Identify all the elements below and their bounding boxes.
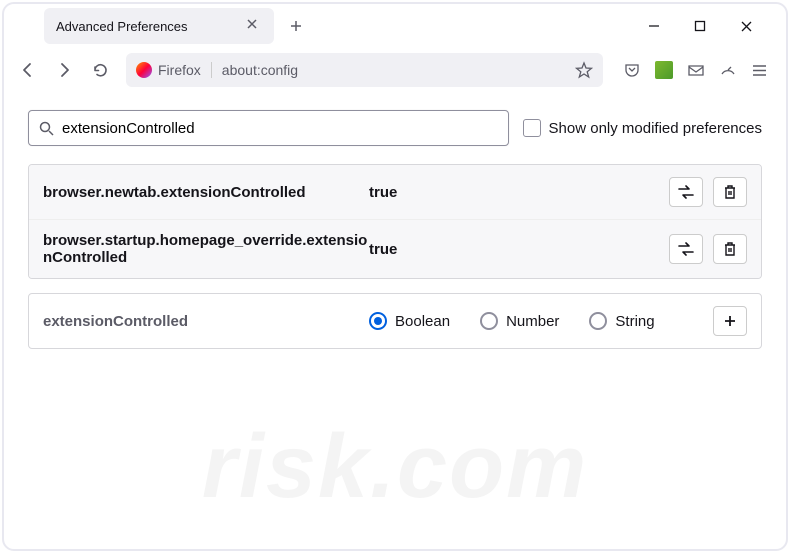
radio-boolean[interactable]: Boolean bbox=[369, 312, 450, 330]
browser-tab[interactable]: Advanced Preferences bbox=[44, 8, 274, 44]
preference-actions bbox=[669, 177, 747, 207]
back-button[interactable] bbox=[12, 54, 44, 86]
search-row: Show only modified preferences bbox=[28, 110, 762, 146]
content-area: Show only modified preferences browser.n… bbox=[4, 92, 786, 367]
url-bar[interactable]: Firefox about:config bbox=[126, 53, 603, 87]
mail-icon[interactable] bbox=[687, 61, 705, 79]
watermark: risk.com bbox=[202, 416, 588, 519]
identity-box[interactable]: Firefox bbox=[136, 62, 212, 78]
radio-label: Number bbox=[506, 313, 559, 330]
radio-label: Boolean bbox=[395, 313, 450, 330]
pocket-icon[interactable] bbox=[623, 61, 641, 79]
preference-actions bbox=[669, 234, 747, 264]
preferences-table: browser.newtab.extensionControlled true … bbox=[28, 164, 762, 279]
radio-icon bbox=[589, 312, 607, 330]
browser-window: Advanced Preferences bbox=[2, 2, 788, 551]
preference-name: browser.startup.homepage_override.extens… bbox=[43, 232, 369, 266]
radio-string[interactable]: String bbox=[589, 312, 654, 330]
close-tab-icon[interactable] bbox=[246, 18, 262, 34]
radio-label: String bbox=[615, 313, 654, 330]
search-input[interactable] bbox=[62, 120, 498, 137]
new-preference-name: extensionControlled bbox=[43, 313, 369, 330]
identity-label: Firefox bbox=[158, 62, 201, 78]
radio-number[interactable]: Number bbox=[480, 312, 559, 330]
radio-icon bbox=[369, 312, 387, 330]
preference-value: true bbox=[369, 241, 669, 258]
bookmark-star-icon[interactable] bbox=[575, 61, 593, 79]
reload-button[interactable] bbox=[84, 54, 116, 86]
modified-only-label: Show only modified preferences bbox=[549, 120, 762, 137]
delete-button[interactable] bbox=[713, 177, 747, 207]
navbar: Firefox about:config bbox=[4, 48, 786, 92]
minimize-button[interactable] bbox=[640, 12, 668, 40]
titlebar: Advanced Preferences bbox=[4, 4, 786, 48]
close-window-button[interactable] bbox=[732, 12, 760, 40]
delete-button[interactable] bbox=[713, 234, 747, 264]
preference-row[interactable]: browser.startup.homepage_override.extens… bbox=[29, 219, 761, 278]
preference-row[interactable]: browser.newtab.extensionControlled true bbox=[29, 165, 761, 219]
add-button[interactable] bbox=[713, 306, 747, 336]
speedometer-icon[interactable] bbox=[719, 61, 737, 79]
new-preference-row: extensionControlled Boolean Number Strin… bbox=[28, 293, 762, 349]
url-text: about:config bbox=[222, 62, 575, 78]
extension-icon[interactable] bbox=[655, 61, 673, 79]
tab-title: Advanced Preferences bbox=[56, 19, 246, 34]
maximize-button[interactable] bbox=[686, 12, 714, 40]
checkbox-icon[interactable] bbox=[523, 119, 541, 137]
forward-button[interactable] bbox=[48, 54, 80, 86]
new-tab-button[interactable] bbox=[282, 12, 310, 40]
modified-only-toggle[interactable]: Show only modified preferences bbox=[523, 119, 762, 137]
search-box[interactable] bbox=[28, 110, 509, 146]
toggle-button[interactable] bbox=[669, 177, 703, 207]
window-controls bbox=[640, 12, 778, 40]
search-icon bbox=[39, 121, 54, 136]
radio-icon bbox=[480, 312, 498, 330]
toolbar-icons bbox=[613, 61, 778, 79]
preference-name: browser.newtab.extensionControlled bbox=[43, 184, 369, 201]
firefox-icon bbox=[136, 62, 152, 78]
toggle-button[interactable] bbox=[669, 234, 703, 264]
hamburger-menu-icon[interactable] bbox=[751, 62, 768, 79]
type-options: Boolean Number String bbox=[369, 312, 713, 330]
preference-value: true bbox=[369, 184, 669, 201]
